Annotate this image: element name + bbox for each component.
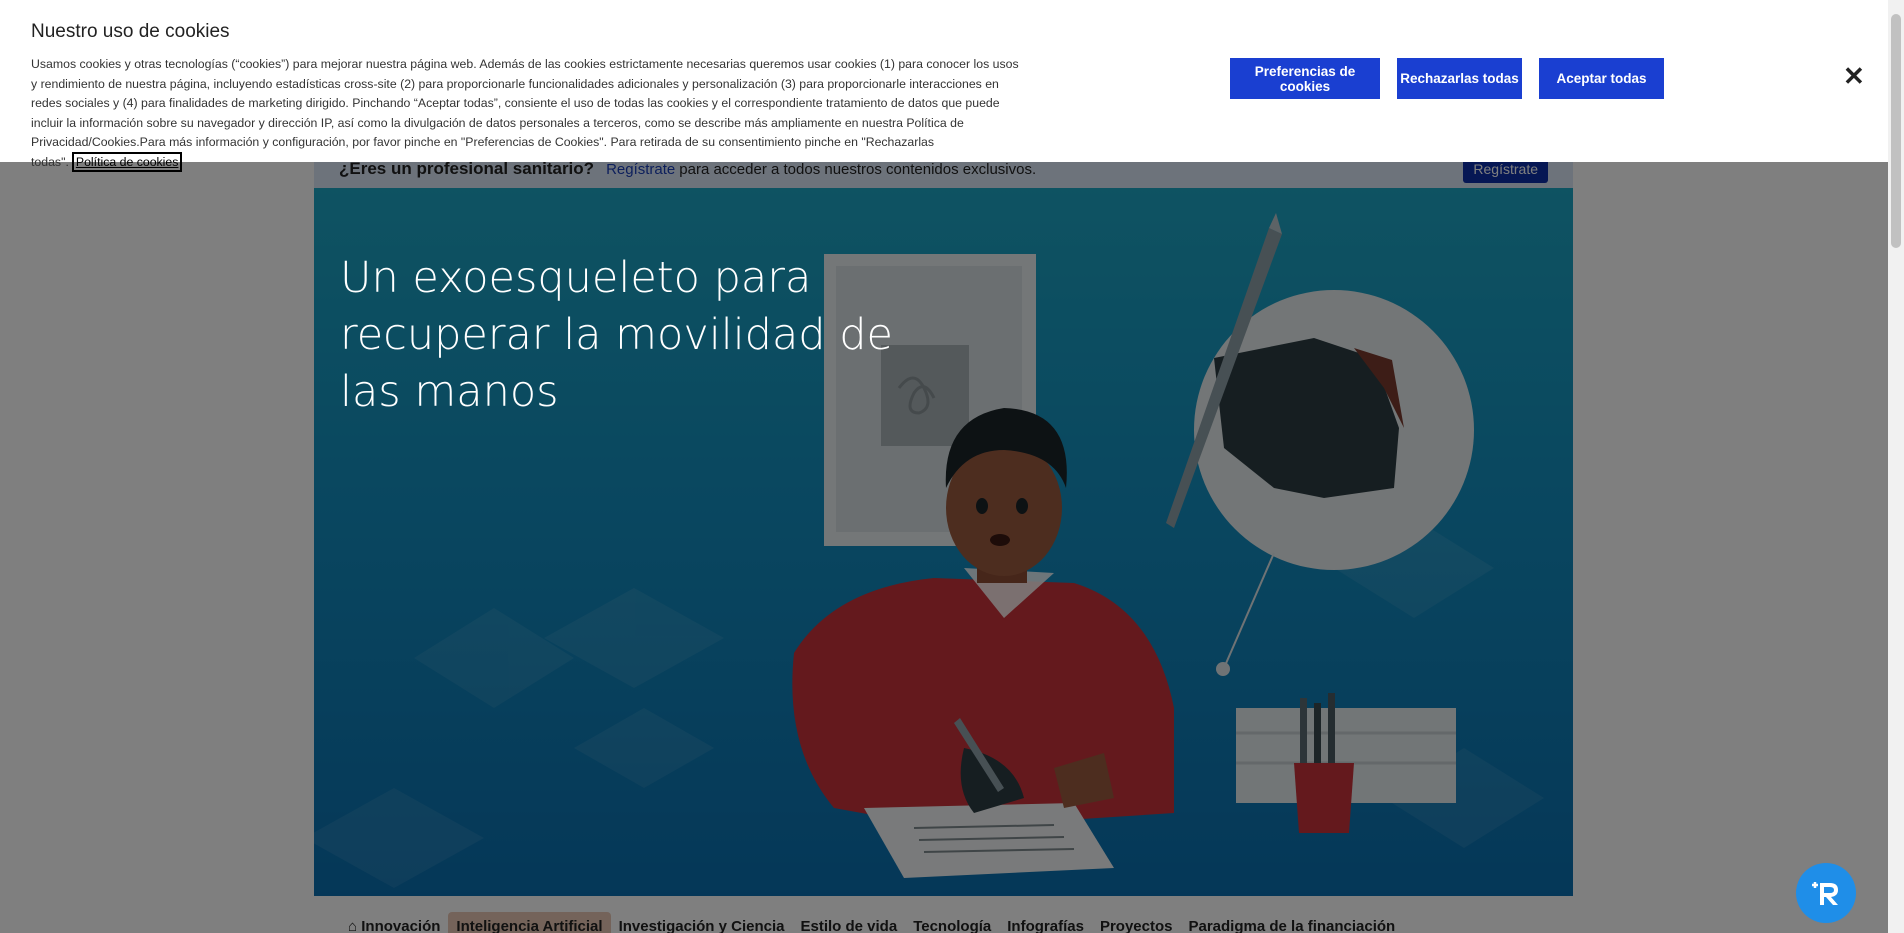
cookie-banner-title: Nuestro uso de cookies: [31, 21, 230, 42]
readspeaker-icon: [1812, 882, 1838, 905]
cookie-policy-link[interactable]: Política de cookies: [71, 151, 183, 172]
accessibility-fab-button[interactable]: [1796, 863, 1856, 923]
scrollbar-thumb[interactable]: [1891, 14, 1901, 248]
close-icon[interactable]: ✕: [1843, 63, 1865, 89]
cookie-preferences-button[interactable]: Preferencias de cookies: [1230, 58, 1380, 99]
cookie-banner: Nuestro uso de cookies Usamos cookies y …: [0, 0, 1888, 172]
accept-all-button[interactable]: Aceptar todas: [1539, 58, 1664, 99]
vertical-scrollbar[interactable]: [1888, 0, 1904, 933]
cookie-banner-text: Usamos cookies y otras tecnologías (“coo…: [31, 55, 1021, 173]
hero-title[interactable]: Un exoesqueleto para recuperar la movili…: [340, 250, 960, 421]
cookie-description: Usamos cookies y otras tecnologías (“coo…: [31, 57, 1019, 169]
reject-all-button[interactable]: Rechazarlas todas: [1397, 58, 1522, 99]
